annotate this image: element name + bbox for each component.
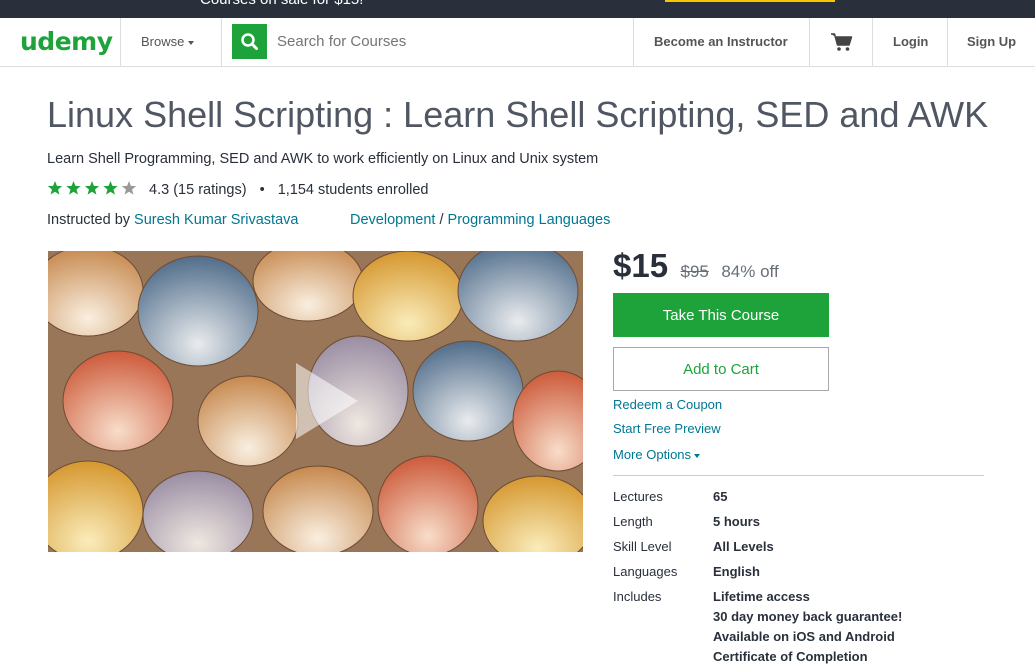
- nav-divider: [809, 18, 810, 66]
- star-empty-icon: [121, 181, 137, 195]
- includes-row: Includes Lifetime access 30 day money ba…: [613, 588, 902, 668]
- rating-text: 4.3 (15 ratings): [149, 182, 247, 198]
- star-filled-icon: [66, 181, 81, 195]
- detail-value: All Levels: [713, 539, 774, 554]
- subcategory-link[interactable]: Programming Languages: [448, 212, 611, 228]
- star-filled-icon: [47, 181, 63, 195]
- star-filled-icon: [84, 181, 100, 195]
- nav-divider: [221, 18, 222, 66]
- instructed-by-label: Instructed by: [47, 212, 131, 228]
- more-options-link[interactable]: More Options: [613, 447, 701, 462]
- detail-row: Languages English: [613, 563, 902, 588]
- nav-divider: [872, 18, 873, 66]
- category-breadcrumb: Development / Programming Languages: [350, 212, 610, 228]
- separator-dot: •: [259, 182, 265, 198]
- include-item: Lifetime access: [713, 589, 810, 604]
- become-instructor-link[interactable]: Become an Instructor: [654, 34, 788, 49]
- include-item: Certificate of Completion: [713, 649, 868, 664]
- caret-down-icon: [188, 40, 195, 45]
- detail-label: Length: [613, 514, 653, 529]
- course-subtitle: Learn Shell Programming, SED and AWK to …: [47, 151, 599, 167]
- course-details: Lectures 65 Length 5 hours Skill Level All …: [613, 488, 902, 668]
- search-button[interactable]: [232, 24, 267, 59]
- login-link[interactable]: Login: [893, 34, 928, 49]
- more-options-label: More Options: [613, 447, 692, 462]
- detail-row: Length 5 hours: [613, 513, 902, 538]
- includes-list: Lifetime access 30 day money back guaran…: [713, 588, 902, 668]
- category-link[interactable]: Development: [350, 212, 435, 228]
- enrolled-count: 1,154 students enrolled: [277, 182, 429, 198]
- discount-text: 84% off: [721, 262, 779, 281]
- course-title: Linux Shell Scripting : Learn Shell Scri…: [47, 94, 989, 135]
- nav-divider: [633, 18, 634, 66]
- redeem-coupon-link[interactable]: Redeem a Coupon: [613, 397, 722, 412]
- add-to-cart-button[interactable]: Add to Cart: [613, 347, 829, 391]
- includes-label: Includes: [613, 589, 662, 604]
- nav-divider: [120, 18, 121, 66]
- detail-label: Lectures: [613, 489, 663, 504]
- take-course-button[interactable]: Take This Course: [613, 293, 829, 337]
- top-nav: udemy Browse Become an Instructor Login …: [0, 18, 1035, 67]
- rating-row: 4.3 (15 ratings) • 1,154 students enroll…: [47, 180, 428, 198]
- seashells-image: [48, 251, 583, 552]
- nav-divider: [947, 18, 948, 66]
- detail-value: 65: [713, 489, 728, 504]
- detail-row: Skill Level All Levels: [613, 538, 902, 563]
- promo-text: Courses on sale for $15!: [200, 0, 363, 8]
- browse-label: Browse: [141, 34, 185, 49]
- detail-row: Lectures 65: [613, 488, 902, 513]
- promo-banner: Courses on sale for $15!: [0, 0, 1035, 18]
- cart-icon: [831, 33, 853, 51]
- search-icon: [241, 33, 258, 50]
- price-row: $15 $95 84% off: [613, 247, 779, 285]
- free-preview-link[interactable]: Start Free Preview: [613, 421, 721, 436]
- udemy-logo[interactable]: udemy: [20, 27, 113, 56]
- detail-label: Skill Level: [613, 539, 672, 554]
- caret-down-icon: [694, 453, 701, 458]
- detail-label: Languages: [613, 564, 678, 579]
- star-filled-icon: [103, 181, 118, 195]
- promo-button[interactable]: [665, 0, 835, 2]
- search-input[interactable]: [267, 24, 627, 59]
- rating-stars: [47, 181, 137, 195]
- include-item: 30 day money back guarantee!: [713, 609, 903, 624]
- signup-link[interactable]: Sign Up: [967, 34, 1016, 49]
- detail-value: English: [713, 564, 760, 579]
- list-price: $95: [680, 262, 709, 281]
- breadcrumb-separator: /: [439, 212, 444, 228]
- course-video-preview[interactable]: [48, 251, 583, 552]
- details-divider: [613, 475, 984, 476]
- cart-button[interactable]: [830, 32, 854, 57]
- include-item: Available on iOS and Android: [713, 629, 895, 644]
- instructor-link[interactable]: Suresh Kumar Srivastava: [134, 212, 298, 228]
- instructor-row: Instructed by Suresh Kumar Srivastava: [47, 212, 298, 228]
- detail-value: 5 hours: [713, 514, 760, 529]
- current-price: $15: [613, 247, 669, 284]
- browse-menu[interactable]: Browse: [141, 34, 195, 49]
